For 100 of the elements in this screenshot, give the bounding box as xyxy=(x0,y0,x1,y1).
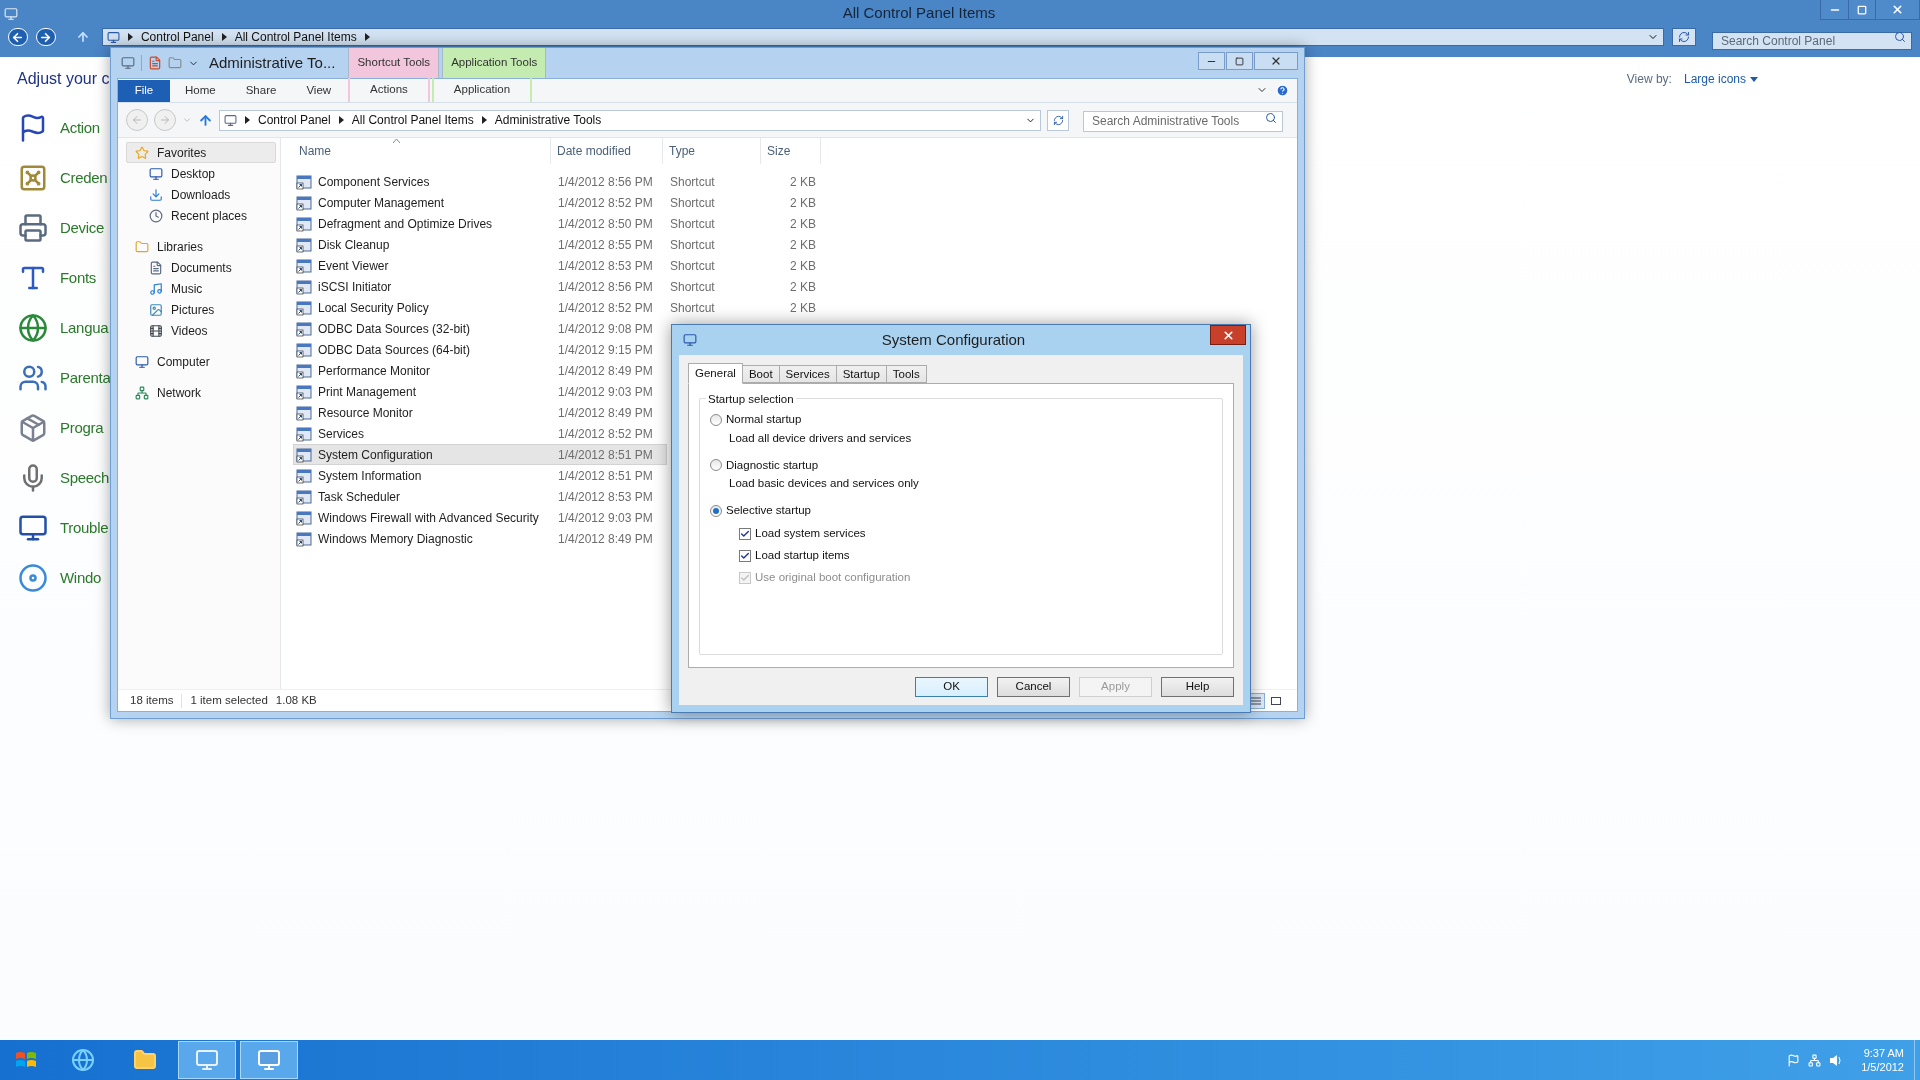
breadcrumb-item[interactable]: All Control Panel Items xyxy=(234,28,357,46)
file-row[interactable]: Computer Management 1/4/2012 8:52 PM Shortcut 2 KB xyxy=(293,192,823,213)
dialog-button[interactable]: Cancel xyxy=(997,677,1070,697)
help-icon[interactable] xyxy=(1276,84,1289,97)
globe-icon[interactable] xyxy=(18,313,48,343)
maximize-button[interactable] xyxy=(1226,52,1253,70)
breadcrumb-item[interactable]: Administrative Tools xyxy=(494,111,602,129)
people-icon[interactable] xyxy=(18,363,48,393)
radio-button[interactable] xyxy=(710,414,722,426)
dialog-button[interactable]: Help xyxy=(1161,677,1234,697)
control-panel-link[interactable]: Progra xyxy=(60,416,104,440)
checkbox-label[interactable]: Load startup items xyxy=(755,546,850,565)
control-panel-link[interactable]: Creden xyxy=(60,166,108,190)
nav-item[interactable]: Network xyxy=(126,382,276,403)
nav-item[interactable]: Computer xyxy=(126,351,276,372)
column-header[interactable]: Size xyxy=(761,138,821,164)
control-panel-link[interactable]: Speech xyxy=(60,466,110,490)
disc-icon[interactable] xyxy=(18,563,48,593)
breadcrumb-item[interactable]: Control Panel xyxy=(140,28,214,46)
file-row[interactable]: Event Viewer 1/4/2012 8:53 PM Shortcut 2 KB xyxy=(293,255,823,276)
breadcrumb-item[interactable]: Control Panel xyxy=(258,111,331,129)
ribbon-tab[interactable]: Share xyxy=(230,80,292,102)
file-row[interactable]: Performance Monitor 1/4/2012 8:49 PM xyxy=(293,360,667,381)
file-row[interactable]: Resource Monitor 1/4/2012 8:49 PM xyxy=(293,402,667,423)
printer-icon[interactable] xyxy=(18,213,48,243)
monitor-icon[interactable] xyxy=(18,513,48,543)
control-panel-link[interactable]: Parenta xyxy=(60,366,111,390)
image-icon xyxy=(149,302,163,317)
minimize-button[interactable] xyxy=(1821,0,1848,19)
taskbar-app-button[interactable] xyxy=(178,1041,236,1079)
checkbox[interactable] xyxy=(739,527,751,540)
nav-item[interactable]: Desktop xyxy=(126,163,276,184)
file-tab[interactable]: File xyxy=(118,80,170,102)
nav-item[interactable]: Recent places xyxy=(126,205,276,226)
dialog-tab[interactable]: Boot xyxy=(741,365,780,383)
close-button[interactable] xyxy=(1875,0,1919,19)
column-header[interactable]: Name xyxy=(293,138,551,164)
dialog-tab[interactable]: Startup xyxy=(835,365,887,383)
file-row[interactable]: Task Scheduler 1/4/2012 8:53 PM xyxy=(293,486,667,507)
file-row[interactable]: Component Services 1/4/2012 8:56 PM Shortcut 2 KB xyxy=(293,171,823,192)
minimize-button[interactable] xyxy=(1198,52,1225,70)
control-panel-link[interactable]: Device xyxy=(60,216,105,240)
search-field[interactable]: Search Administrative Tools xyxy=(1083,110,1283,132)
nav-item[interactable]: Videos xyxy=(126,320,276,341)
date-modified: 1/4/2012 8:53 PM xyxy=(557,488,654,506)
file-row[interactable]: ODBC Data Sources (32-bit) 1/4/2012 9:08 PM xyxy=(293,318,667,339)
radio-button[interactable] xyxy=(710,504,722,517)
restore-button[interactable] xyxy=(1848,0,1875,19)
file-row[interactable]: Disk Cleanup 1/4/2012 8:55 PM Shortcut 2 KB xyxy=(293,234,823,255)
file-row[interactable]: iSCSI Initiator 1/4/2012 8:56 PM Shortcut 2 KB xyxy=(293,276,823,297)
globe-icon xyxy=(71,1048,95,1072)
file-type: Shortcut xyxy=(669,278,716,296)
dialog-tab[interactable]: Tools xyxy=(885,365,927,383)
package-icon[interactable] xyxy=(18,413,48,443)
column-header[interactable]: Date modified xyxy=(551,138,663,164)
radio-label[interactable]: Selective startup xyxy=(726,501,811,520)
nav-item[interactable]: Documents xyxy=(126,257,276,278)
checkbox-label[interactable]: Load system services xyxy=(755,524,866,543)
nav-item[interactable]: Libraries xyxy=(126,236,276,257)
taskbar-app-button[interactable] xyxy=(240,1041,298,1079)
speaker-icon[interactable] xyxy=(1829,1053,1844,1067)
dialog-tab[interactable]: General xyxy=(688,363,743,384)
nav-item[interactable]: Pictures xyxy=(126,299,276,320)
breadcrumb-item[interactable]: All Control Panel Items xyxy=(351,111,474,129)
checkbox[interactable] xyxy=(739,549,751,562)
address-bar[interactable]: Control Panel All Control Panel Items xyxy=(101,28,1665,46)
ribbon-tab[interactable]: View xyxy=(291,80,347,102)
control-panel-link[interactable]: Fonts xyxy=(60,266,96,290)
control-panel-link[interactable]: Windo xyxy=(60,566,102,590)
control-panel-link[interactable]: Langua xyxy=(60,316,109,340)
control-panel-link[interactable]: Trouble xyxy=(60,516,109,540)
shortcut-icon xyxy=(296,173,312,190)
ribbon-tab[interactable]: Home xyxy=(170,80,231,102)
network-icon[interactable] xyxy=(1808,1053,1822,1067)
column-header[interactable]: Type xyxy=(663,138,761,164)
address-bar[interactable]: Control Panel All Control Panel Items Administrative Tools xyxy=(219,109,1041,131)
chevron-icon xyxy=(127,33,133,41)
refresh-button[interactable] xyxy=(1047,109,1069,131)
dialog-tab[interactable]: Services xyxy=(778,365,837,383)
file-row[interactable]: Windows Firewall with Advanced Security 1/4/2012 9:03 PM xyxy=(293,507,667,528)
nav-item[interactable]: Music xyxy=(126,278,276,299)
dialog-button[interactable]: OK xyxy=(915,677,988,697)
nav-item[interactable]: Downloads xyxy=(126,184,276,205)
file-row[interactable]: Local Security Policy 1/4/2012 8:52 PM Shortcut 2 KB xyxy=(293,297,823,318)
control-panel-link[interactable]: Action xyxy=(60,116,100,140)
file-row[interactable]: Windows Memory Diagnostic 1/4/2012 8:49 PM xyxy=(293,528,667,549)
close-button[interactable] xyxy=(1210,325,1246,345)
nav-item[interactable]: Favorites xyxy=(126,142,276,163)
file-row[interactable]: Defragment and Optimize Drives 1/4/2012 8:50 PM Shortcut 2 KB xyxy=(293,213,823,234)
search-field[interactable]: Search Control Panel xyxy=(1712,32,1912,50)
file-row[interactable]: Services 1/4/2012 8:52 PM xyxy=(293,423,667,444)
refresh-button[interactable] xyxy=(1672,28,1696,46)
view-by-dropdown[interactable]: Large icons xyxy=(1683,70,1758,88)
file-row[interactable]: ODBC Data Sources (64-bit) 1/4/2012 9:15 PM xyxy=(293,339,667,360)
radio-button[interactable] xyxy=(710,459,722,472)
file-row[interactable]: System Information 1/4/2012 8:51 PM xyxy=(293,465,667,486)
radio-label[interactable]: Normal startup xyxy=(726,411,802,429)
radio-label[interactable]: Diagnostic startup xyxy=(726,456,819,474)
file-row[interactable]: System Configuration 1/4/2012 8:51 PM xyxy=(293,444,667,465)
file-row[interactable]: Print Management 1/4/2012 9:03 PM xyxy=(293,381,667,402)
